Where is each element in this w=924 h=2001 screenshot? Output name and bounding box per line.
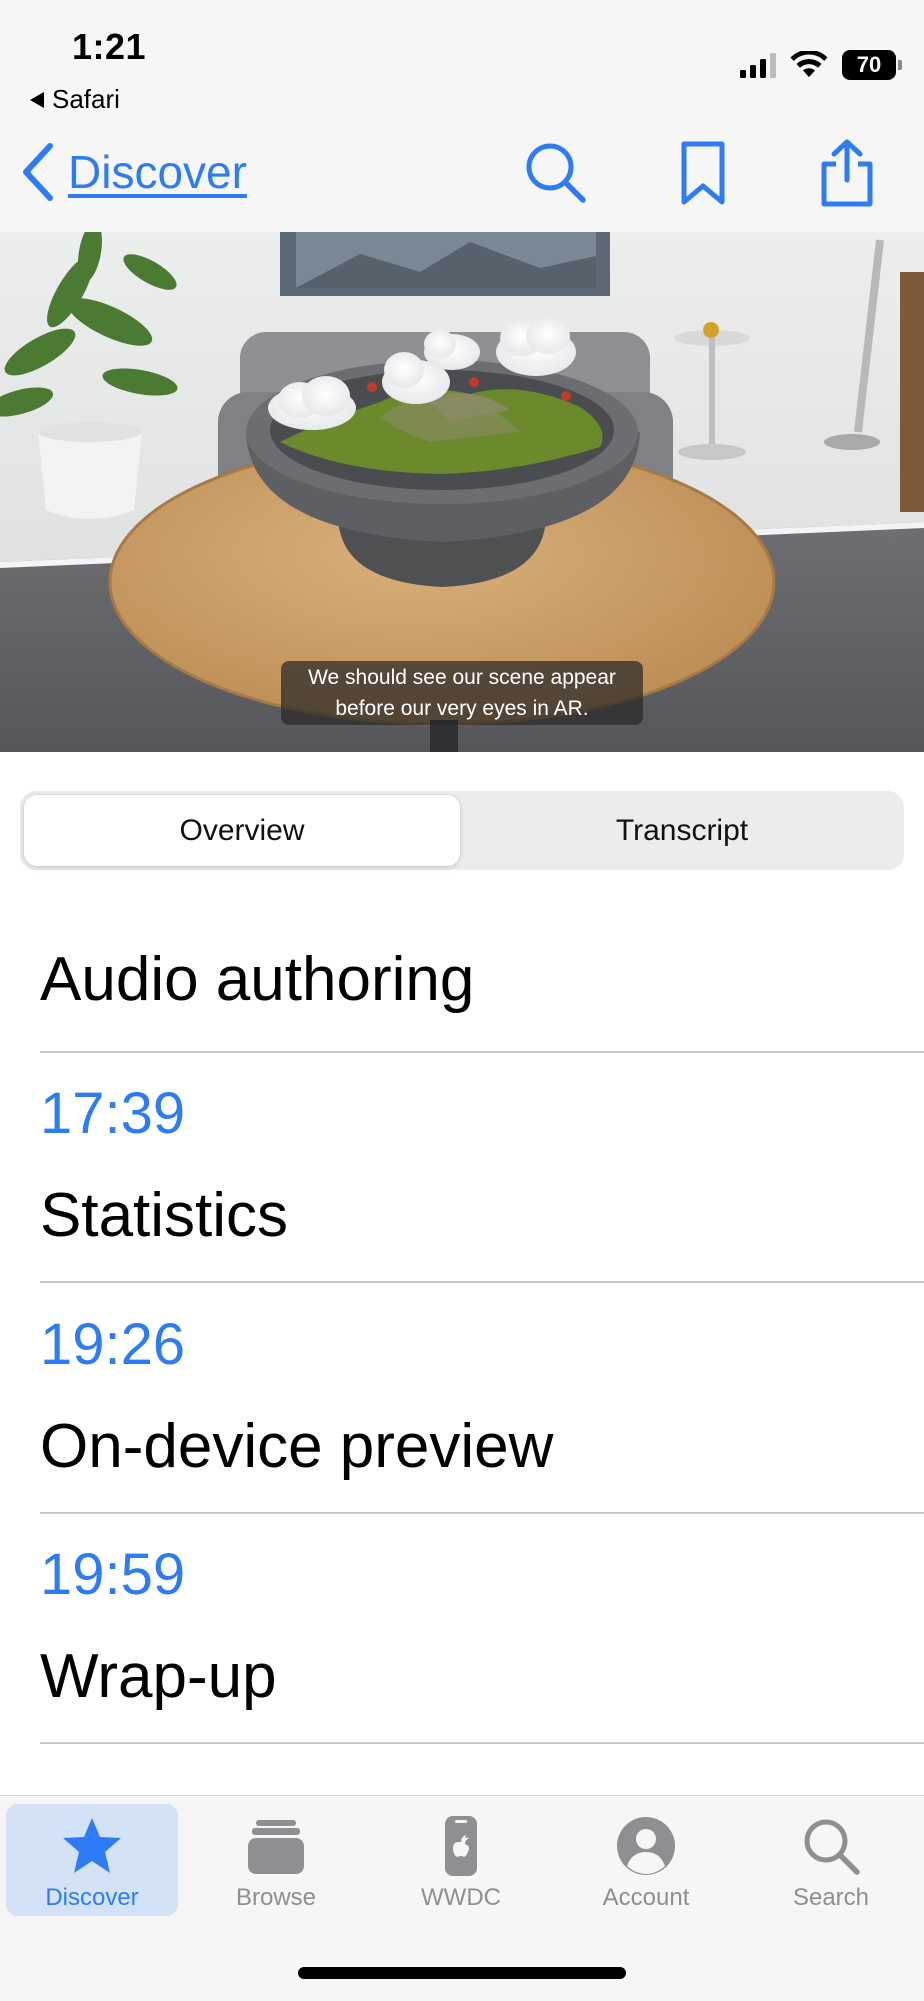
tab-label: Browse bbox=[235, 1884, 317, 1911]
chapter-timestamp-link[interactable]: 19:59 bbox=[40, 1541, 185, 1608]
chapter-title: On-device preview bbox=[40, 1412, 554, 1481]
status-bar: 1:21 Safari 70 bbox=[0, 0, 924, 124]
bookmark-icon[interactable] bbox=[668, 138, 738, 208]
apple-device-icon bbox=[445, 1816, 477, 1876]
chapter-timestamp-link[interactable]: 19:26 bbox=[40, 1311, 185, 1378]
chapter-title: Wrap-up bbox=[40, 1642, 277, 1711]
back-triangle-icon bbox=[30, 91, 44, 108]
tab-label: Account bbox=[602, 1884, 690, 1911]
segment-overview[interactable]: Overview bbox=[24, 795, 460, 866]
chapter-title: Statistics bbox=[40, 1181, 289, 1250]
overview-transcript-segmented-control: Overview Transcript bbox=[20, 791, 904, 870]
star-icon bbox=[63, 1818, 121, 1873]
home-indicator bbox=[298, 1967, 626, 1979]
search-icon[interactable] bbox=[521, 138, 591, 208]
video-caption: We should see our scene appear before ou… bbox=[281, 661, 643, 725]
status-icons: 70 bbox=[740, 50, 902, 80]
battery-level: 70 bbox=[856, 52, 882, 77]
divider bbox=[40, 1512, 924, 1514]
tab-search[interactable]: Search bbox=[745, 1804, 917, 1916]
back-app-label: Safari bbox=[52, 84, 120, 114]
stack-icon bbox=[248, 1820, 304, 1874]
chapter-timestamp-link[interactable]: 17:39 bbox=[40, 1080, 185, 1147]
wifi-icon bbox=[790, 51, 828, 77]
tab-label: Discover bbox=[45, 1884, 139, 1911]
battery-icon: 70 bbox=[842, 50, 902, 80]
navigation-bar: Discover bbox=[0, 124, 924, 232]
tab-label: WWDC bbox=[421, 1884, 501, 1911]
chevron-left-icon bbox=[23, 143, 53, 201]
tab-account[interactable]: Account bbox=[560, 1804, 732, 1916]
tab-discover[interactable]: Discover bbox=[6, 1804, 178, 1916]
divider bbox=[40, 1051, 924, 1053]
caption-line-1: We should see our scene appear bbox=[308, 666, 616, 689]
divider bbox=[40, 1742, 924, 1744]
search-icon bbox=[804, 1819, 860, 1875]
chapter-title-audio-authoring: Audio authoring bbox=[40, 945, 475, 1014]
divider bbox=[40, 1281, 924, 1283]
back-button-label: Discover bbox=[68, 146, 247, 198]
tab-label: Search bbox=[792, 1884, 870, 1911]
status-time: 1:21 bbox=[72, 26, 147, 67]
tab-browse[interactable]: Browse bbox=[190, 1804, 362, 1916]
person-icon bbox=[617, 1817, 675, 1875]
share-icon[interactable] bbox=[812, 138, 882, 208]
back-button[interactable]: Discover bbox=[20, 142, 247, 202]
cellular-signal-icon bbox=[740, 52, 776, 78]
caption-line-2: before our very eyes in AR. bbox=[335, 697, 589, 720]
tab-wwdc[interactable]: WWDC bbox=[375, 1804, 547, 1916]
segment-transcript[interactable]: Transcript bbox=[464, 795, 900, 866]
tab-bar: Discover Browse WWDC Account Search bbox=[0, 1795, 924, 2001]
back-to-safari[interactable]: Safari bbox=[30, 84, 120, 115]
